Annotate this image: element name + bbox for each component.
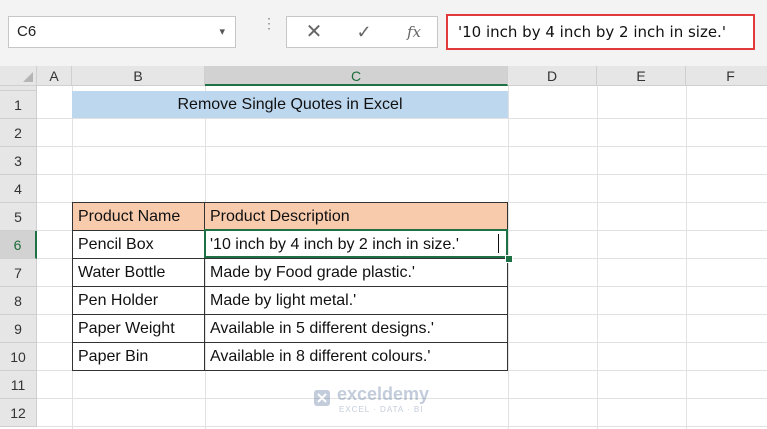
row-header-10[interactable]: 10	[0, 343, 37, 371]
product-name-cell[interactable]: Pencil Box	[72, 231, 205, 259]
row-header-gap	[0, 86, 37, 91]
product-description-cell[interactable]: Made by light metal.'	[205, 287, 508, 315]
row-header-4[interactable]: 4	[0, 175, 37, 203]
product-description-cell[interactable]: Made by Food grade plastic.'	[205, 259, 508, 287]
formula-buttons: ✕ ✓ fx	[286, 16, 438, 48]
insert-function-icon[interactable]: fx	[399, 17, 429, 47]
column-header-b[interactable]: B	[72, 66, 205, 86]
header-product-description[interactable]: Product Description	[205, 202, 508, 231]
chevron-down-icon[interactable]: ▾	[219, 17, 225, 47]
row-header-2[interactable]: 2	[0, 119, 37, 147]
column-header-c[interactable]: C	[205, 66, 508, 86]
row-header-11[interactable]: 11	[0, 371, 37, 399]
watermark-tagline: EXCEL · DATA · BI	[339, 405, 424, 414]
column-header-f[interactable]: F	[686, 66, 767, 86]
row-header-3[interactable]: 3	[0, 147, 37, 175]
row-header-6[interactable]: 6	[0, 231, 37, 259]
row-header-9[interactable]: 9	[0, 315, 37, 343]
enter-icon[interactable]: ✓	[349, 17, 379, 47]
text-cursor	[498, 234, 499, 253]
product-description-cell[interactable]: Available in 5 different designs.'	[205, 315, 508, 343]
column-header-d[interactable]: D	[508, 66, 597, 86]
sheet-title-cell[interactable]: Remove Single Quotes in Excel	[72, 91, 508, 118]
row-header-8[interactable]: 8	[0, 287, 37, 315]
more-options-icon[interactable]: ⋮	[262, 16, 276, 44]
watermark-name: exceldemy	[337, 384, 430, 404]
product-name-cell[interactable]: Paper Bin	[72, 343, 205, 371]
select-all-button[interactable]	[0, 66, 37, 86]
row-header-12[interactable]: 12	[0, 399, 37, 427]
fill-handle[interactable]	[505, 255, 513, 263]
column-header-a[interactable]: A	[37, 66, 72, 86]
product-name-cell[interactable]: Pen Holder	[72, 287, 205, 315]
exceldemy-logo-icon	[314, 390, 330, 406]
formula-input[interactable]: '10 inch by 4 inch by 2 inch in size.'	[446, 14, 755, 50]
product-description-cell[interactable]: Available in 8 different colours.'	[205, 343, 508, 371]
product-description-cell[interactable]: '10 inch by 4 inch by 2 inch in size.'	[205, 231, 508, 259]
cancel-icon[interactable]: ✕	[299, 17, 329, 47]
watermark: exceldemy EXCEL · DATA · BI	[313, 383, 473, 417]
row-header-7[interactable]: 7	[0, 259, 37, 287]
row-header-5[interactable]: 5	[0, 203, 37, 231]
name-box-value: C6	[17, 23, 37, 40]
product-name-cell[interactable]: Water Bottle	[72, 259, 205, 287]
product-name-cell[interactable]: Paper Weight	[72, 315, 205, 343]
row-header-1[interactable]: 1	[0, 91, 37, 119]
formula-bar-area: C6 ▾ ⋮ ✕ ✓ fx '10 inch by 4 inch by 2 in…	[0, 0, 767, 66]
header-product-name[interactable]: Product Name	[72, 202, 205, 231]
name-box[interactable]: C6 ▾	[8, 16, 236, 48]
column-header-e[interactable]: E	[597, 66, 686, 86]
